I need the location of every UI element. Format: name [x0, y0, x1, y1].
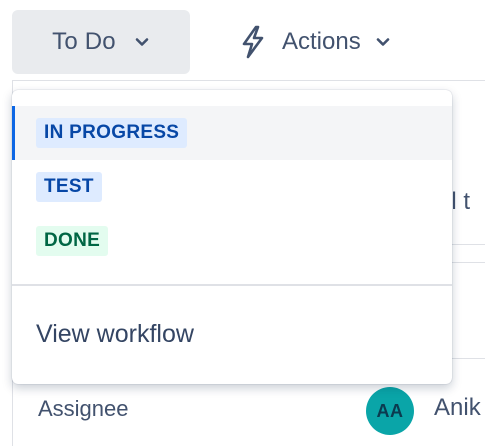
chevron-down-icon [135, 38, 149, 46]
status-lozenge: IN PROGRESS [36, 118, 188, 148]
menu-item-test[interactable]: TEST [12, 160, 452, 214]
lightning-bolt-icon [242, 25, 264, 59]
status-label: To Do [52, 28, 116, 55]
status-dropdown-button[interactable]: To Do [12, 10, 190, 74]
avatar[interactable]: AA [366, 387, 414, 435]
issue-view: To Do Actions el t Assignee AA Anik IN P… [0, 0, 485, 446]
status-lozenge: DONE [36, 226, 109, 256]
view-workflow-link[interactable]: View workflow [36, 320, 194, 349]
actions-button[interactable]: Actions [228, 10, 401, 74]
assignee-label: Assignee [38, 396, 129, 421]
avatar-initials: AA [376, 400, 404, 421]
status-lozenge: TEST [36, 172, 102, 202]
menu-item-done[interactable]: DONE [12, 214, 452, 268]
assignee-name[interactable]: Anik [434, 394, 481, 422]
status-transition-menu: IN PROGRESS TEST DONE View workflow [12, 90, 452, 384]
menu-separator [12, 284, 452, 286]
menu-item-in-progress[interactable]: IN PROGRESS [12, 106, 452, 160]
actions-label: Actions [282, 28, 361, 55]
chevron-down-icon [376, 38, 390, 46]
